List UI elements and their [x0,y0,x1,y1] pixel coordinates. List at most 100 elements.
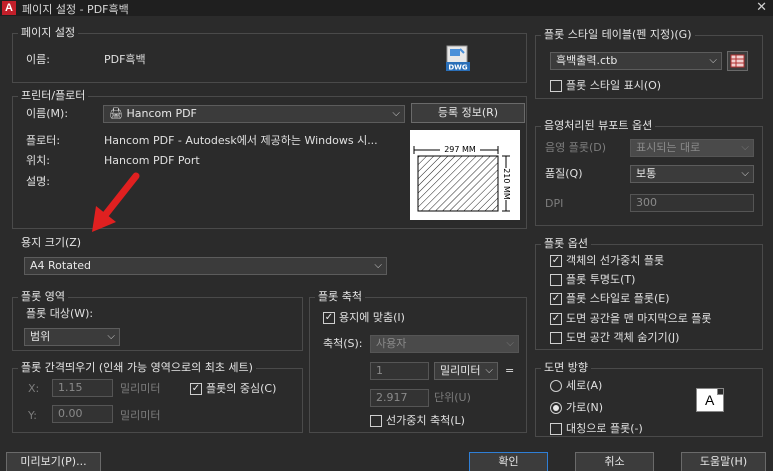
plot-style-select[interactable]: 흑백출력.ctb ⌵ [550,52,722,70]
plot-style-table-title: 플롯 스타일 테이블(펜 지정)(G) [541,28,695,41]
offset-x-unit: 밀리미터 [120,382,161,395]
plot-option-transparency[interactable]: 플롯 투명도(T) [550,273,635,287]
fit-to-paper-label: 용지에 맞춤(I) [339,311,405,324]
scale-select[interactable]: 사용자 ⌵ [370,335,519,353]
plot-option-label: 객체의 선가중치 플롯 [566,254,665,267]
offset-y-unit: 밀리미터 [120,409,161,422]
checkbox-box [370,415,382,427]
plot-option-lineweights[interactable]: ✓ 객체의 선가중치 플롯 [550,254,664,268]
plot-what-select[interactable]: 범위 ⌵ [24,328,120,346]
plot-option-label: 도면 공간을 맨 마지막으로 플롯 [566,312,712,325]
page-setup-title: 페이지 설정 [18,26,79,39]
close-button[interactable]: ✕ [756,0,767,16]
lineweight-scale-checkbox[interactable]: 선가중치 축척(L) [370,414,465,428]
chevron-down-icon: ⌵ [506,338,514,349]
plot-option-plot-styles[interactable]: ✓ 플롯 스타일로 플롯(E) [550,292,670,306]
printer-select-value: Hancom PDF [126,107,197,120]
scale-equals-sign: = [505,364,515,377]
fit-to-paper-checkbox[interactable]: ✓ 용지에 맞춤(I) [323,311,405,325]
plot-option-hide-objects[interactable]: 도면 공간 객체 숨기기(J) [550,331,679,345]
preview-width-label: 297 MM [444,145,476,154]
title-bar: A 페이지 설정 - PDF흑백 ✕ [0,0,773,16]
preview-button[interactable]: 미리보기(P)... [6,452,101,471]
printer-name-label: 이름(M): [26,107,69,120]
scale-unit-select[interactable]: 밀리미터 ⌵ [434,362,498,380]
scale-unit2-label: 단위(U) [434,391,471,404]
location-value: Hancom PDF Port [104,154,200,167]
landscape-radio[interactable]: 가로(N) [550,401,603,415]
chevron-down-icon: ⌵ [374,260,382,271]
chevron-down-icon: ⌵ [107,331,115,342]
annotation-arrow-icon [86,170,146,240]
window-title: 페이지 설정 - PDF흑백 [22,3,129,16]
edit-plot-style-button[interactable] [727,51,748,71]
chevron-down-icon: ⌵ [709,55,717,66]
dpi-label: DPI [545,197,564,210]
upside-down-label: 대칭으로 플롯(-) [566,422,643,435]
plot-option-label: 도면 공간 객체 숨기기(J) [566,331,680,344]
scale-label: 축척(S): [323,337,363,350]
shade-plot-select[interactable]: 표시되는 대로 ⌵ [630,139,754,157]
plot-what-value: 범위 [30,330,51,343]
offset-y-input[interactable]: 0.00 [52,405,113,423]
radio-dot [550,380,562,392]
plot-option-label: 플롯 투명도(T) [566,273,636,286]
ok-button[interactable]: 확인 [469,452,548,471]
offset-y-label: Y: [28,409,37,422]
checkbox-box [550,332,562,344]
app-logo-icon: A [2,1,16,15]
paper-preview: 297 MM 210 MM [410,130,520,220]
chevron-down-icon: ⌵ [741,142,749,153]
cancel-button[interactable]: 취소 [575,452,654,471]
dwg-file-icon: DWG [444,44,472,74]
location-label: 위치: [26,154,50,167]
description-label: 설명: [26,175,50,188]
edit-table-icon [730,54,745,68]
plot-option-label: 플롯 스타일로 플롯(E) [566,292,670,305]
checkbox-check-icon: ✓ [323,312,335,324]
printer-select[interactable]: 🖨 Hancom PDF ⌵ [103,105,405,123]
display-plot-styles-label: 플롯 스타일 표시(O) [566,79,662,92]
lineweight-scale-label: 선가중치 축척(L) [386,414,465,427]
scale-value1-input[interactable]: 1 [370,362,429,380]
dpi-input[interactable]: 300 [630,194,754,212]
page-setup-name-value: PDF흑백 [104,53,146,66]
radio-dot-selected [550,402,562,414]
help-button[interactable]: 도움말(H) [681,452,766,471]
plot-area-title: 플롯 영역 [18,290,68,303]
plot-option-paperspace-last[interactable]: ✓ 도면 공간을 맨 마지막으로 플롯 [550,312,712,326]
checkbox-box [550,274,562,286]
quality-select[interactable]: 보통 ⌵ [630,165,754,183]
orientation-icon: A [696,388,724,412]
plot-style-value: 흑백출력.ctb [556,54,618,67]
checkbox-check-icon: ✓ [550,313,562,325]
dwg-badge-text: DWG [448,64,468,72]
paper-size-title: 용지 크기(Z) [18,236,85,249]
quality-label: 품질(Q) [545,167,583,180]
paper-size-value: A4 Rotated [30,259,92,272]
checkbox-check-icon: ✓ [550,255,562,267]
offset-x-input[interactable]: 1.15 [52,379,113,397]
page-setup-name-label: 이름: [26,53,50,66]
printer-properties-button[interactable]: 등록 정보(R) [411,103,525,123]
plotter-value: Hancom PDF - Autodesk에서 제공하는 Windows 시..… [104,134,378,147]
shade-plot-value: 표시되는 대로 [636,141,701,154]
portrait-label: 세로(A) [566,379,603,392]
offset-x-label: X: [28,382,40,395]
plot-scale-title: 플롯 축척 [315,290,365,303]
shade-plot-label: 음영 플롯(D) [545,141,607,154]
center-plot-label: 플롯의 중심(C) [206,382,277,395]
display-plot-styles-checkbox[interactable]: 플롯 스타일 표시(O) [550,79,661,93]
center-plot-checkbox[interactable]: ✓ 플롯의 중심(C) [190,382,276,396]
orientation-title: 도면 방향 [541,361,591,374]
scale-unit-value: 밀리미터 [440,364,481,377]
portrait-radio[interactable]: 세로(A) [550,379,602,393]
checkbox-check-icon: ✓ [190,383,202,395]
plot-offset-title: 플롯 간격띄우기 (인쇄 가능 영역으로의 최초 세트) [18,361,256,374]
plot-what-label: 플롯 대상(W): [26,307,94,320]
scale-value2-input[interactable]: 2.917 [370,389,429,407]
orientation-letter: A [705,392,715,408]
upside-down-checkbox[interactable]: 대칭으로 플롯(-) [550,422,643,436]
paper-size-select[interactable]: A4 Rotated ⌵ [24,257,387,275]
chevron-down-icon: ⌵ [392,108,400,119]
